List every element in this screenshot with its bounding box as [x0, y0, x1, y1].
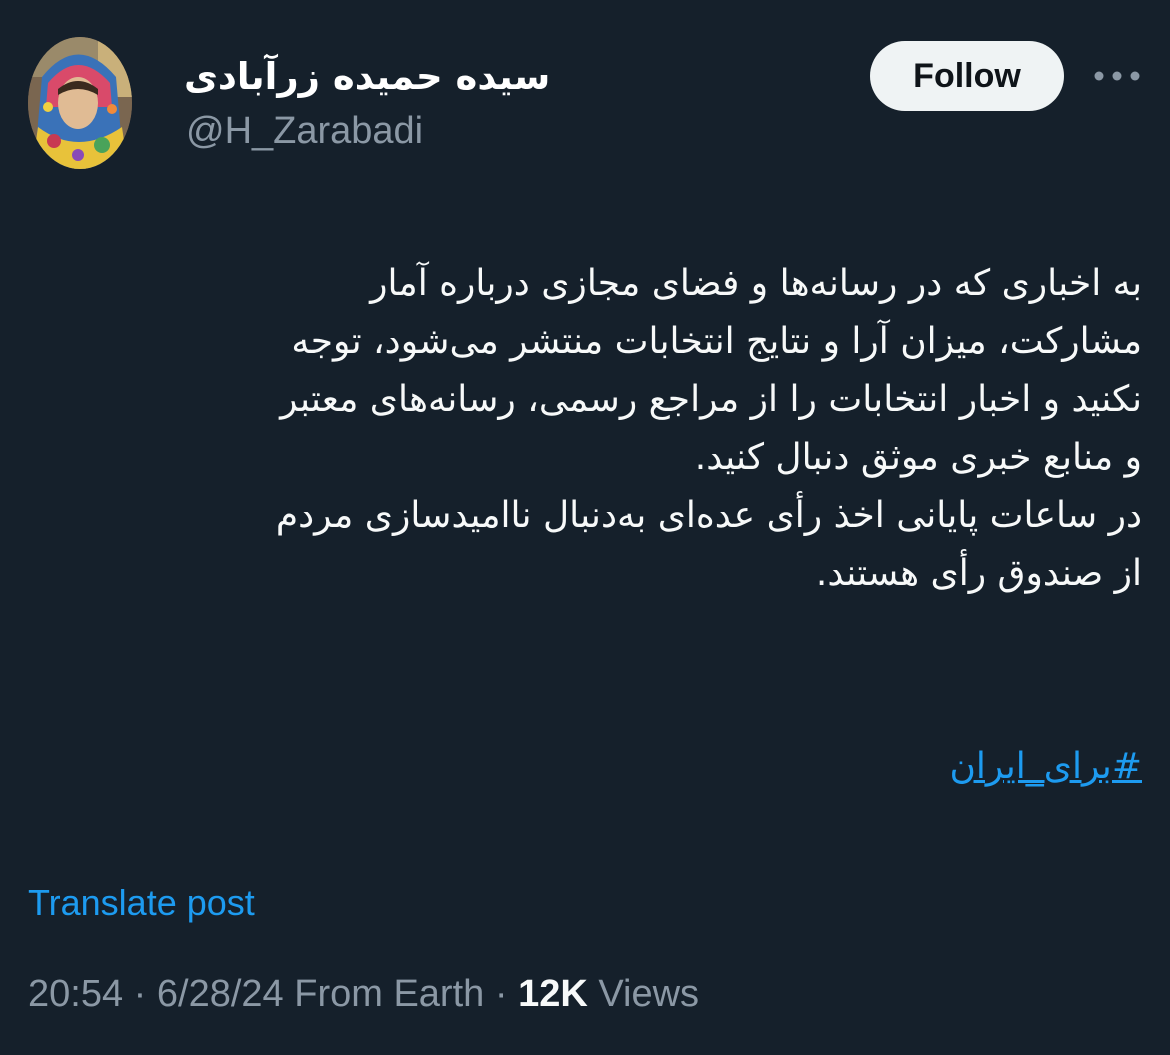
- author-handle[interactable]: @H_Zarabadi: [186, 106, 423, 156]
- hashtag-link[interactable]: #برای_ایران: [949, 737, 1142, 797]
- author-display-name[interactable]: سیده حمیده زرآبادی: [184, 52, 584, 102]
- views-label[interactable]: Views: [598, 973, 699, 1015]
- tweet-text-line: از صندوق رأی هستند.: [815, 553, 1142, 594]
- tweet-text-line: در ساعات پایانی اخذ رأی عده‌ای به‌دنبال …: [275, 495, 1142, 536]
- avatar[interactable]: [28, 37, 132, 169]
- tweet-text: به اخباری که در رسانه‌ها و فضای مجازی در…: [32, 255, 1142, 603]
- tweet-time[interactable]: 20:54: [28, 973, 123, 1015]
- meta-separator: ·: [133, 973, 147, 1015]
- views-count[interactable]: 12K: [518, 973, 588, 1015]
- follow-button[interactable]: Follow: [870, 41, 1064, 111]
- more-options-button[interactable]: [1090, 58, 1144, 94]
- tweet-meta: 20:54 · 6/28/24 From Earth · 12K Views: [28, 968, 699, 1020]
- tweet-source: From Earth: [294, 973, 485, 1015]
- meta-separator: ·: [494, 973, 508, 1015]
- tweet-text-line: نکنید و اخبار انتخابات را از مراجع رسمی،…: [280, 379, 1142, 420]
- translate-post-link[interactable]: Translate post: [28, 878, 255, 928]
- tweet-card: سیده حمیده زرآبادی @H_Zarabadi Follow به…: [0, 0, 1170, 1055]
- more-horizontal-icon: [1094, 71, 1140, 81]
- tweet-text-line: مشارکت، میزان آرا و نتایج انتخابات منتشر…: [291, 321, 1142, 362]
- tweet-text-line: و منابع خبری موثق دنبال کنید.: [694, 437, 1142, 478]
- tweet-date[interactable]: 6/28/24: [157, 973, 284, 1015]
- tweet-text-line: به اخباری که در رسانه‌ها و فضای مجازی در…: [370, 263, 1142, 304]
